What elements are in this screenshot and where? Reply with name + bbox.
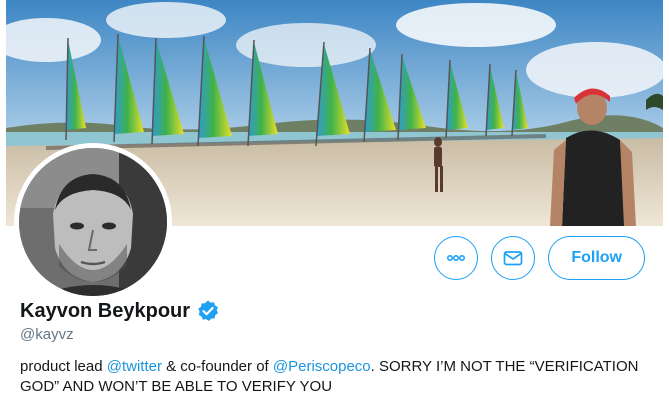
profile-name-row: Kayvon Beykpour (20, 299, 220, 323)
profile-bio: product lead @twitter & co-founder of @P… (20, 357, 640, 397)
verified-badge-icon (198, 300, 219, 321)
message-button[interactable] (491, 236, 536, 280)
follow-button[interactable]: Follow (548, 236, 645, 280)
avatar-photo (19, 148, 167, 296)
bio-text: & co-founder of (161, 358, 273, 375)
mention-link-twitter[interactable]: @twitter (107, 358, 162, 375)
avatar[interactable] (14, 143, 172, 301)
envelope-icon (503, 251, 523, 266)
more-button[interactable] (434, 236, 479, 280)
mention-link-periscopeco[interactable]: @Periscopeco (273, 358, 371, 375)
bio-text: product lead (20, 358, 107, 375)
profile-actions: Follow (434, 236, 645, 280)
more-dots-icon (447, 255, 466, 262)
display-name: Kayvon Beykpour (20, 299, 191, 322)
profile-handle: @kayvz (20, 326, 74, 343)
